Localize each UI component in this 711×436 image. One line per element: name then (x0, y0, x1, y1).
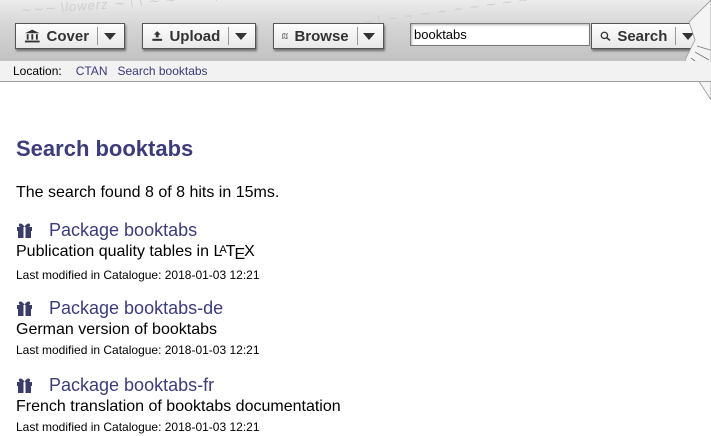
chevron-down-icon[interactable] (363, 32, 375, 40)
button-separator (675, 27, 676, 45)
chevron-down-icon[interactable] (104, 32, 116, 40)
top-toolbar: ∼∼∼ \lowerz ∼ \ \ ∼ ∼ ∼ ∼ \ ∼ ∼ ∼ ∼ \ ∼ … (0, 0, 711, 62)
result-modified: Last modified in Catalogue: 2018-01-03 1… (16, 420, 260, 434)
cover-button[interactable]: Cover (15, 23, 125, 49)
button-separator (228, 27, 229, 45)
gift-icon (17, 223, 32, 238)
search-input[interactable] (410, 23, 590, 46)
result-item: Package booktabs-fr French translation o… (16, 374, 341, 435)
result-description: Publication quality tables in LATEX (16, 243, 260, 264)
result-modified: Last modified in Catalogue: 2018-01-03 1… (16, 343, 260, 357)
search-summary: The search found 8 of 8 hits in 15ms. (16, 184, 280, 201)
corner-logo-icon (685, 0, 711, 100)
browse-label: Browse (294, 27, 349, 45)
result-item: Package booktabs Publication quality tab… (16, 219, 260, 283)
breadcrumb-search[interactable]: Search booktabs (117, 64, 207, 78)
result-description: French translation of booktabs documenta… (16, 398, 341, 415)
upload-icon (152, 31, 163, 41)
upload-label: Upload (169, 27, 221, 45)
location-label: Location: (13, 64, 62, 78)
result-description-text: Publication quality tables in (16, 243, 214, 260)
gift-icon (17, 301, 32, 316)
search-icon (600, 31, 611, 41)
background-pattern: ∼∼∼ \lowerz ∼ \ \ ∼ ∼ ∼ ∼ \ ∼ ∼ ∼ (19, 0, 269, 18)
result-title[interactable]: Package booktabs-fr (49, 375, 214, 396)
bank-icon (24, 29, 40, 43)
cover-label: Cover (46, 27, 90, 45)
result-title[interactable]: Package booktabs (49, 220, 197, 241)
result-modified: Last modified in Catalogue: 2018-01-03 1… (16, 268, 260, 282)
button-separator (97, 27, 98, 45)
result-title[interactable]: Package booktabs-de (49, 298, 223, 319)
page-title: Search booktabs (16, 136, 194, 161)
result-description: German version of booktabs (16, 321, 217, 338)
location-bar: Location: CTAN Search booktabs (0, 61, 711, 82)
upload-button[interactable]: Upload (142, 23, 256, 49)
browse-button[interactable]: Browse (273, 23, 384, 49)
chevron-down-icon[interactable] (235, 32, 247, 40)
map-icon (282, 33, 289, 39)
latex-logo: LATEX (213, 243, 255, 263)
breadcrumb-ctan[interactable]: CTAN (76, 64, 108, 78)
result-item: Package booktabs-de German version of bo… (16, 297, 260, 358)
gift-icon (17, 378, 32, 393)
search-label: Search (617, 27, 668, 45)
